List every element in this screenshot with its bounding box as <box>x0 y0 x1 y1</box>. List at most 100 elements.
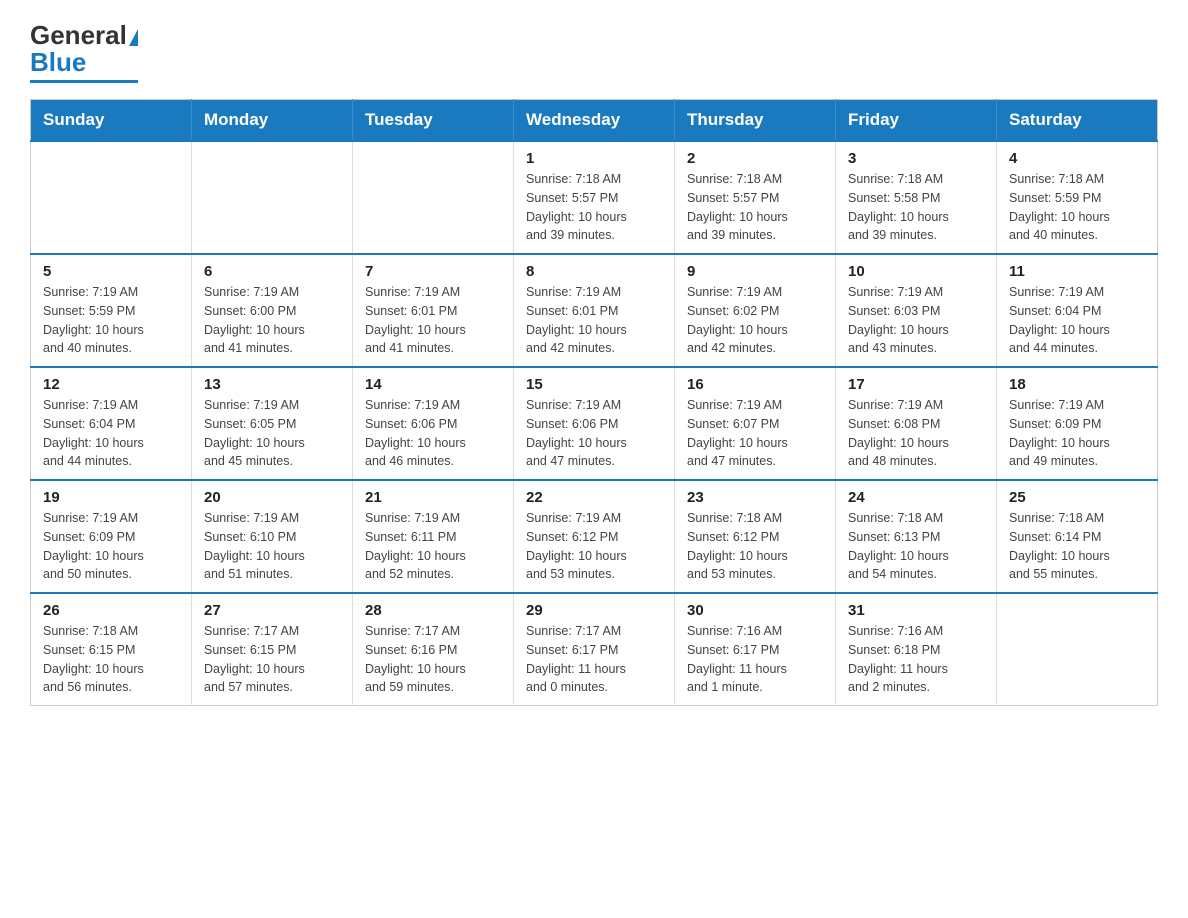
day-number: 3 <box>848 150 984 167</box>
calendar-cell: 3 Sunrise: 7:18 AMSunset: 5:58 PMDaylight… <box>836 141 997 254</box>
calendar-cell: 27 Sunrise: 7:17 AMSunset: 6:15 PMDayligh… <box>192 593 353 706</box>
logo: General Blue <box>30 20 138 83</box>
calendar-cell: 30Sunrise: 7:16 AMSunset: 6:17 PMDayligh… <box>675 593 836 706</box>
day-info: Sunrise: 7:19 AMSunset: 5:59 PMDaylight:… <box>43 283 179 358</box>
day-info: Sunrise: 7:16 AMSunset: 6:18 PMDaylight:… <box>848 622 984 697</box>
day-info: Sunrise: 7:19 AMSunset: 6:01 PMDaylight:… <box>526 283 662 358</box>
calendar-week-row: 5Sunrise: 7:19 AMSunset: 5:59 PMDaylight… <box>31 254 1158 367</box>
day-number: 1 <box>526 150 662 167</box>
day-number: 2 <box>687 150 823 167</box>
day-number: 16 <box>687 376 823 393</box>
day-number: 10 <box>848 263 984 280</box>
day-number: 12 <box>43 376 179 393</box>
calendar-cell: 4Sunrise: 7:18 AMSunset: 5:59 PMDaylight… <box>997 141 1158 254</box>
calendar-cell: 5Sunrise: 7:19 AMSunset: 5:59 PMDaylight… <box>31 254 192 367</box>
weekday-header-row: SundayMondayTuesdayWednesdayThursdayFrid… <box>31 100 1158 142</box>
weekday-header-monday: Monday <box>192 100 353 142</box>
calendar-week-row: 12 Sunrise: 7:19 AMSunset: 6:04 PMDayligh… <box>31 367 1158 480</box>
day-info: Sunrise: 7:19 AMSunset: 6:10 PMDaylight:… <box>204 509 340 584</box>
day-info: Sunrise: 7:16 AMSunset: 6:17 PMDaylight:… <box>687 622 823 697</box>
calendar-cell: 15Sunrise: 7:19 AMSunset: 6:06 PMDayligh… <box>514 367 675 480</box>
calendar-cell: 12 Sunrise: 7:19 AMSunset: 6:04 PMDayligh… <box>31 367 192 480</box>
day-number: 6 <box>204 263 340 280</box>
calendar-cell <box>192 141 353 254</box>
weekday-header-wednesday: Wednesday <box>514 100 675 142</box>
day-number: 18 <box>1009 376 1145 393</box>
day-info: Sunrise: 7:19 AMSunset: 6:02 PMDaylight:… <box>687 283 823 358</box>
day-info: Sunrise: 7:19 AMSunset: 6:00 PMDaylight:… <box>204 283 340 358</box>
calendar-cell: 1 Sunrise: 7:18 AMSunset: 5:57 PMDaylight… <box>514 141 675 254</box>
day-number: 31 <box>848 602 984 619</box>
day-number: 19 <box>43 489 179 506</box>
weekday-header-friday: Friday <box>836 100 997 142</box>
day-number: 7 <box>365 263 501 280</box>
day-info: Sunrise: 7:18 AMSunset: 5:58 PMDaylight:… <box>848 170 984 245</box>
day-info: Sunrise: 7:19 AMSunset: 6:09 PMDaylight:… <box>1009 396 1145 471</box>
calendar-cell: 21Sunrise: 7:19 AMSunset: 6:11 PMDayligh… <box>353 480 514 593</box>
calendar-cell: 22 Sunrise: 7:19 AMSunset: 6:12 PMDayligh… <box>514 480 675 593</box>
calendar-cell: 11 Sunrise: 7:19 AMSunset: 6:04 PMDayligh… <box>997 254 1158 367</box>
day-info: Sunrise: 7:18 AMSunset: 6:12 PMDaylight:… <box>687 509 823 584</box>
calendar-cell: 29 Sunrise: 7:17 AMSunset: 6:17 PMDayligh… <box>514 593 675 706</box>
calendar-cell: 13Sunrise: 7:19 AMSunset: 6:05 PMDayligh… <box>192 367 353 480</box>
calendar-cell: 2 Sunrise: 7:18 AMSunset: 5:57 PMDaylight… <box>675 141 836 254</box>
day-info: Sunrise: 7:18 AMSunset: 6:14 PMDaylight:… <box>1009 509 1145 584</box>
weekday-header-thursday: Thursday <box>675 100 836 142</box>
day-number: 9 <box>687 263 823 280</box>
day-number: 26 <box>43 602 179 619</box>
calendar-table: SundayMondayTuesdayWednesdayThursdayFrid… <box>30 99 1158 706</box>
day-number: 14 <box>365 376 501 393</box>
calendar-cell: 20 Sunrise: 7:19 AMSunset: 6:10 PMDayligh… <box>192 480 353 593</box>
calendar-cell: 28Sunrise: 7:17 AMSunset: 6:16 PMDayligh… <box>353 593 514 706</box>
day-info: Sunrise: 7:18 AMSunset: 5:59 PMDaylight:… <box>1009 170 1145 245</box>
day-info: Sunrise: 7:19 AMSunset: 6:08 PMDaylight:… <box>848 396 984 471</box>
day-info: Sunrise: 7:19 AMSunset: 6:09 PMDaylight:… <box>43 509 179 584</box>
day-number: 21 <box>365 489 501 506</box>
day-info: Sunrise: 7:19 AMSunset: 6:06 PMDaylight:… <box>365 396 501 471</box>
calendar-cell: 9 Sunrise: 7:19 AMSunset: 6:02 PMDaylight… <box>675 254 836 367</box>
calendar-week-row: 1 Sunrise: 7:18 AMSunset: 5:57 PMDaylight… <box>31 141 1158 254</box>
day-number: 27 <box>204 602 340 619</box>
day-info: Sunrise: 7:19 AMSunset: 6:01 PMDaylight:… <box>365 283 501 358</box>
day-info: Sunrise: 7:19 AMSunset: 6:04 PMDaylight:… <box>1009 283 1145 358</box>
day-info: Sunrise: 7:19 AMSunset: 6:06 PMDaylight:… <box>526 396 662 471</box>
day-info: Sunrise: 7:18 AMSunset: 6:13 PMDaylight:… <box>848 509 984 584</box>
day-number: 17 <box>848 376 984 393</box>
day-number: 23 <box>687 489 823 506</box>
day-info: Sunrise: 7:17 AMSunset: 6:17 PMDaylight:… <box>526 622 662 697</box>
calendar-cell: 18 Sunrise: 7:19 AMSunset: 6:09 PMDayligh… <box>997 367 1158 480</box>
day-number: 22 <box>526 489 662 506</box>
day-info: Sunrise: 7:18 AMSunset: 5:57 PMDaylight:… <box>687 170 823 245</box>
page-header: General Blue <box>30 20 1158 83</box>
day-info: Sunrise: 7:19 AMSunset: 6:04 PMDaylight:… <box>43 396 179 471</box>
calendar-cell: 8 Sunrise: 7:19 AMSunset: 6:01 PMDaylight… <box>514 254 675 367</box>
day-info: Sunrise: 7:19 AMSunset: 6:12 PMDaylight:… <box>526 509 662 584</box>
calendar-cell: 17 Sunrise: 7:19 AMSunset: 6:08 PMDayligh… <box>836 367 997 480</box>
weekday-header-sunday: Sunday <box>31 100 192 142</box>
calendar-cell: 14 Sunrise: 7:19 AMSunset: 6:06 PMDayligh… <box>353 367 514 480</box>
calendar-week-row: 26 Sunrise: 7:18 AMSunset: 6:15 PMDayligh… <box>31 593 1158 706</box>
day-info: Sunrise: 7:18 AMSunset: 5:57 PMDaylight:… <box>526 170 662 245</box>
calendar-cell <box>353 141 514 254</box>
calendar-cell <box>31 141 192 254</box>
day-number: 11 <box>1009 263 1145 280</box>
weekday-header-saturday: Saturday <box>997 100 1158 142</box>
logo-underline <box>30 80 138 83</box>
day-info: Sunrise: 7:17 AMSunset: 6:15 PMDaylight:… <box>204 622 340 697</box>
day-number: 20 <box>204 489 340 506</box>
calendar-cell: 26 Sunrise: 7:18 AMSunset: 6:15 PMDayligh… <box>31 593 192 706</box>
calendar-cell: 19 Sunrise: 7:19 AMSunset: 6:09 PMDayligh… <box>31 480 192 593</box>
calendar-cell: 31 Sunrise: 7:16 AMSunset: 6:18 PMDayligh… <box>836 593 997 706</box>
day-number: 25 <box>1009 489 1145 506</box>
calendar-cell: 6 Sunrise: 7:19 AMSunset: 6:00 PMDaylight… <box>192 254 353 367</box>
day-info: Sunrise: 7:19 AMSunset: 6:07 PMDaylight:… <box>687 396 823 471</box>
day-number: 29 <box>526 602 662 619</box>
logo-triangle-icon <box>129 29 138 46</box>
calendar-cell: 24 Sunrise: 7:18 AMSunset: 6:13 PMDayligh… <box>836 480 997 593</box>
day-info: Sunrise: 7:18 AMSunset: 6:15 PMDaylight:… <box>43 622 179 697</box>
calendar-week-row: 19 Sunrise: 7:19 AMSunset: 6:09 PMDayligh… <box>31 480 1158 593</box>
calendar-cell: 16 Sunrise: 7:19 AMSunset: 6:07 PMDayligh… <box>675 367 836 480</box>
day-number: 24 <box>848 489 984 506</box>
day-number: 8 <box>526 263 662 280</box>
calendar-cell: 23 Sunrise: 7:18 AMSunset: 6:12 PMDayligh… <box>675 480 836 593</box>
